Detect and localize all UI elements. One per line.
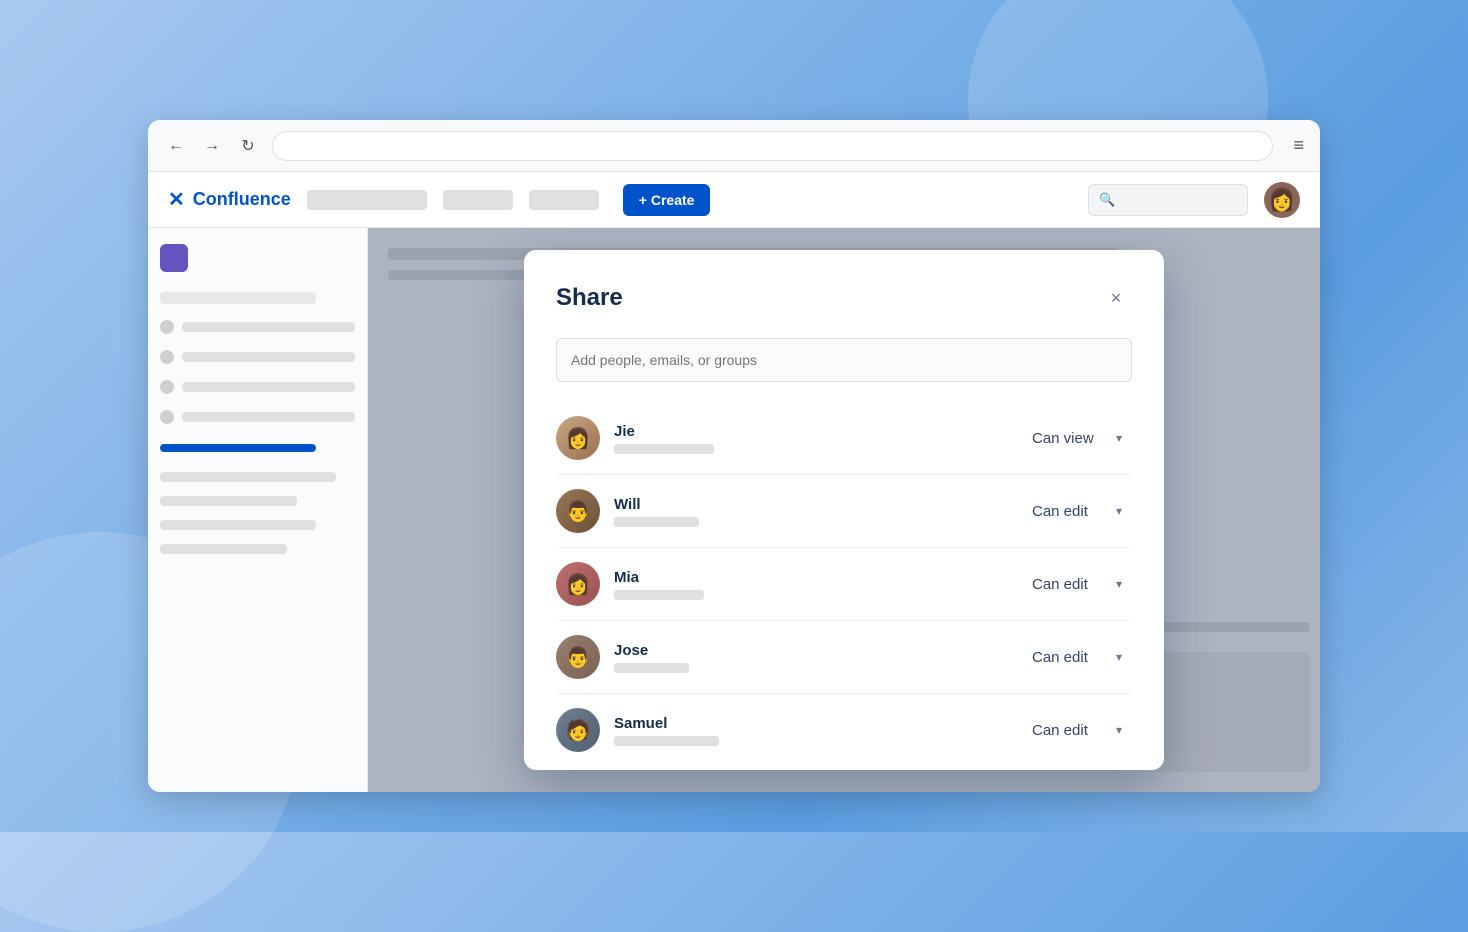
avatar-jie: 👩 bbox=[556, 416, 600, 460]
chevron-down-icon-jie: ▾ bbox=[1116, 431, 1122, 445]
person-row-jose: 👨 Jose Can edit ▾ bbox=[556, 621, 1132, 694]
chevron-down-icon-samuel: ▾ bbox=[1116, 723, 1122, 737]
permission-dropdown-jie[interactable]: Can view ▾ bbox=[1022, 424, 1132, 453]
person-subtitle-jose bbox=[614, 663, 689, 673]
person-subtitle-samuel bbox=[614, 736, 719, 746]
modal-header: Share × bbox=[556, 282, 1132, 314]
sidebar-text-1 bbox=[160, 292, 316, 304]
sidebar-item-1[interactable] bbox=[160, 316, 355, 338]
modal-title: Share bbox=[556, 284, 623, 312]
search-bar[interactable]: 🔍 bbox=[1088, 184, 1248, 216]
app-body: Share × 👩 Jie bbox=[148, 228, 1320, 792]
avatar-samuel-image: 🧑 bbox=[566, 718, 591, 743]
sidebar-label-3 bbox=[182, 382, 355, 392]
sidebar-content-line-1 bbox=[160, 472, 336, 482]
sidebar-dot-2 bbox=[160, 350, 174, 364]
avatar-image: 👩 bbox=[1268, 187, 1295, 213]
sidebar-content-line-4 bbox=[160, 544, 287, 554]
permission-label-samuel: Can edit bbox=[1032, 722, 1088, 739]
person-name-will: Will bbox=[614, 496, 1008, 513]
avatar-jose-image: 👨 bbox=[566, 645, 591, 670]
refresh-button[interactable]: ↻ bbox=[236, 134, 260, 158]
url-bar[interactable] bbox=[272, 131, 1273, 161]
confluence-logo-text: Confluence bbox=[193, 189, 291, 210]
person-info-mia: Mia bbox=[614, 569, 1008, 600]
person-info-jie: Jie bbox=[614, 423, 1008, 454]
main-content: Share × 👩 Jie bbox=[368, 228, 1320, 792]
person-name-jose: Jose bbox=[614, 642, 1008, 659]
person-subtitle-will bbox=[614, 517, 699, 527]
avatar-jose: 👨 bbox=[556, 635, 600, 679]
permission-label-jose: Can edit bbox=[1032, 649, 1088, 666]
person-info-will: Will bbox=[614, 496, 1008, 527]
permission-dropdown-samuel[interactable]: Can edit ▾ bbox=[1022, 716, 1132, 745]
chevron-down-icon-will: ▾ bbox=[1116, 504, 1122, 518]
sidebar-dot-4 bbox=[160, 410, 174, 424]
forward-button[interactable]: → bbox=[200, 134, 224, 158]
person-name-mia: Mia bbox=[614, 569, 1008, 586]
confluence-logo[interactable]: ✕ Confluence bbox=[168, 187, 291, 212]
person-row-mia: 👩 Mia Can edit ▾ bbox=[556, 548, 1132, 621]
person-name-samuel: Samuel bbox=[614, 715, 1008, 732]
browser-toolbar: ← → ↻ ≡ bbox=[148, 120, 1320, 172]
search-icon: 🔍 bbox=[1099, 192, 1115, 208]
avatar-mia: 👩 bbox=[556, 562, 600, 606]
person-row-will: 👨 Will Can edit ▾ bbox=[556, 475, 1132, 548]
sidebar-active-item[interactable] bbox=[160, 244, 188, 272]
people-list: 👩 Jie Can view ▾ bbox=[556, 402, 1132, 766]
share-modal: Share × 👩 Jie bbox=[524, 250, 1164, 770]
permission-dropdown-will[interactable]: Can edit ▾ bbox=[1022, 497, 1132, 526]
user-avatar[interactable]: 👩 bbox=[1264, 182, 1300, 218]
permission-dropdown-mia[interactable]: Can edit ▾ bbox=[1022, 570, 1132, 599]
sidebar-dot-1 bbox=[160, 320, 174, 334]
person-info-jose: Jose bbox=[614, 642, 1008, 673]
avatar-will: 👨 bbox=[556, 489, 600, 533]
nav-item-2[interactable] bbox=[443, 190, 513, 210]
sidebar-progress-bar bbox=[160, 444, 316, 452]
sidebar-content-line-2 bbox=[160, 496, 297, 506]
permission-label-mia: Can edit bbox=[1032, 576, 1088, 593]
sidebar-label-1 bbox=[182, 322, 355, 332]
avatar-will-image: 👨 bbox=[566, 499, 591, 524]
avatar-samuel: 🧑 bbox=[556, 708, 600, 752]
person-row-samuel: 🧑 Samuel Can edit ▾ bbox=[556, 694, 1132, 766]
create-button[interactable]: + Create bbox=[623, 184, 711, 216]
sidebar-dot-3 bbox=[160, 380, 174, 394]
sidebar-content-line-3 bbox=[160, 520, 316, 530]
browser-window: ← → ↻ ≡ ✕ Confluence + Create 🔍 👩 bbox=[148, 120, 1320, 792]
sidebar-item-3[interactable] bbox=[160, 376, 355, 398]
sidebar bbox=[148, 228, 368, 792]
app-header: ✕ Confluence + Create 🔍 👩 bbox=[148, 172, 1320, 228]
nav-item-3[interactable] bbox=[529, 190, 599, 210]
back-button[interactable]: ← bbox=[164, 134, 188, 158]
sidebar-item-4[interactable] bbox=[160, 406, 355, 428]
chevron-down-icon-mia: ▾ bbox=[1116, 577, 1122, 591]
permission-label-jie: Can view bbox=[1032, 430, 1094, 447]
permission-dropdown-jose[interactable]: Can edit ▾ bbox=[1022, 643, 1132, 672]
sidebar-label-4 bbox=[182, 412, 355, 422]
sidebar-label-2 bbox=[182, 352, 355, 362]
person-info-samuel: Samuel bbox=[614, 715, 1008, 746]
person-name-jie: Jie bbox=[614, 423, 1008, 440]
sidebar-item-2[interactable] bbox=[160, 346, 355, 368]
avatar-jie-image: 👩 bbox=[566, 426, 591, 451]
close-button[interactable]: × bbox=[1100, 282, 1132, 314]
share-input[interactable] bbox=[556, 338, 1132, 382]
avatar-mia-image: 👩 bbox=[566, 572, 591, 597]
modal-overlay: Share × 👩 Jie bbox=[368, 228, 1320, 792]
browser-menu-icon[interactable]: ≡ bbox=[1293, 135, 1304, 156]
nav-item-1[interactable] bbox=[307, 190, 427, 210]
person-subtitle-jie bbox=[614, 444, 714, 454]
person-subtitle-mia bbox=[614, 590, 704, 600]
chevron-down-icon-jose: ▾ bbox=[1116, 650, 1122, 664]
person-row-jie: 👩 Jie Can view ▾ bbox=[556, 402, 1132, 475]
permission-label-will: Can edit bbox=[1032, 503, 1088, 520]
confluence-x-icon: ✕ bbox=[168, 187, 185, 212]
